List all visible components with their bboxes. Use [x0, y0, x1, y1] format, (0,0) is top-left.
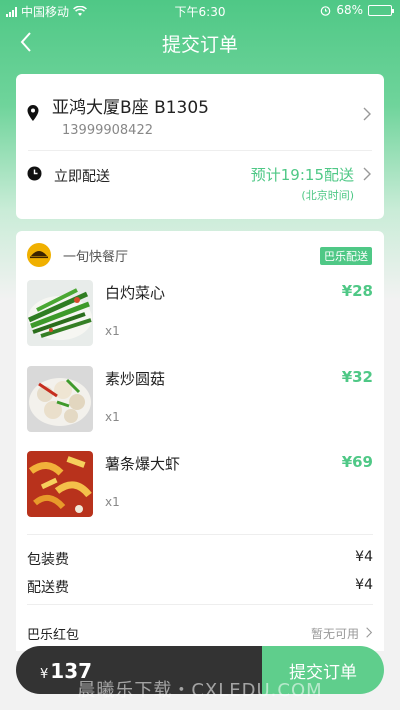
delivery-mode[interactable]: 立即配送	[54, 166, 110, 186]
item-price: ¥32	[341, 368, 373, 386]
delivery-fee-row: 配送费 ¥4	[27, 577, 373, 597]
item-name: 白灼菜心	[105, 284, 166, 302]
battery-icon	[368, 4, 394, 16]
divider	[27, 534, 373, 535]
shop-name[interactable]: 一旬快餐厅	[63, 246, 128, 265]
location-pin-icon	[27, 105, 39, 121]
battery-percent: 68%	[336, 3, 363, 17]
divider	[28, 150, 372, 151]
order-item[interactable]: 薯条爆大虾 x1 ¥69	[27, 451, 373, 517]
address-phone: 13999908422	[62, 123, 153, 138]
delivery-eta[interactable]: 预计19:15配送	[251, 164, 354, 185]
item-quantity: x1	[105, 410, 120, 424]
chevron-right-icon[interactable]	[362, 167, 372, 181]
delivery-badge: 巴乐配送	[320, 247, 372, 265]
delivery-fee-label: 配送费	[27, 580, 69, 596]
red-packet-row[interactable]: 巴乐红包 暂无可用	[27, 624, 373, 643]
order-item[interactable]: 素炒圆菇 x1 ¥32	[27, 366, 373, 432]
delivery-timezone: (北京时间)	[301, 189, 354, 202]
delivery-fee-value: ¥4	[355, 577, 373, 593]
dish-image-choy-sum	[27, 280, 93, 346]
address-card: 亚鸿大厦B座 B1305 13999908422 立即配送 预计19:15配送 …	[16, 74, 384, 219]
packing-fee-value: ¥4	[355, 549, 373, 565]
packing-fee-row: 包装费 ¥4	[27, 549, 373, 569]
divider	[27, 604, 373, 605]
shop-logo-icon	[30, 251, 48, 259]
item-name: 薯条爆大虾	[105, 455, 181, 473]
dish-image-shrimp	[27, 451, 93, 517]
page-title: 提交订单	[161, 34, 238, 56]
item-quantity: x1	[105, 495, 120, 509]
shop-logo	[27, 243, 51, 267]
status-bar: 中国移动 下午6:30 68%	[0, 0, 400, 22]
chevron-right-icon[interactable]	[365, 627, 373, 638]
clock-icon	[27, 166, 42, 181]
item-name: 素炒圆菇	[105, 370, 166, 388]
red-packet-label: 巴乐红包	[27, 628, 80, 643]
dish-image-mushrooms	[27, 366, 93, 432]
red-packet-value: 暂无可用	[310, 627, 359, 641]
packing-fee-label: 包装费	[27, 552, 69, 568]
chevron-right-icon[interactable]	[362, 107, 372, 121]
alarm-icon	[321, 5, 331, 16]
watermark-text: 晨曦乐下载・CXLEDU.COM	[77, 680, 323, 701]
nav-bar: 提交订单	[0, 22, 400, 62]
item-price: ¥69	[341, 453, 373, 471]
address-title[interactable]: 亚鸿大厦B座 B1305	[52, 93, 209, 118]
order-card: 一旬快餐厅 巴乐配送 白灼菜心 x1 ¥28 素炒圆菇 x1 ¥32 薯条爆大虾…	[16, 231, 384, 651]
item-price: ¥28	[341, 282, 373, 300]
order-item[interactable]: 白灼菜心 x1 ¥28	[27, 280, 373, 346]
item-quantity: x1	[105, 324, 120, 338]
